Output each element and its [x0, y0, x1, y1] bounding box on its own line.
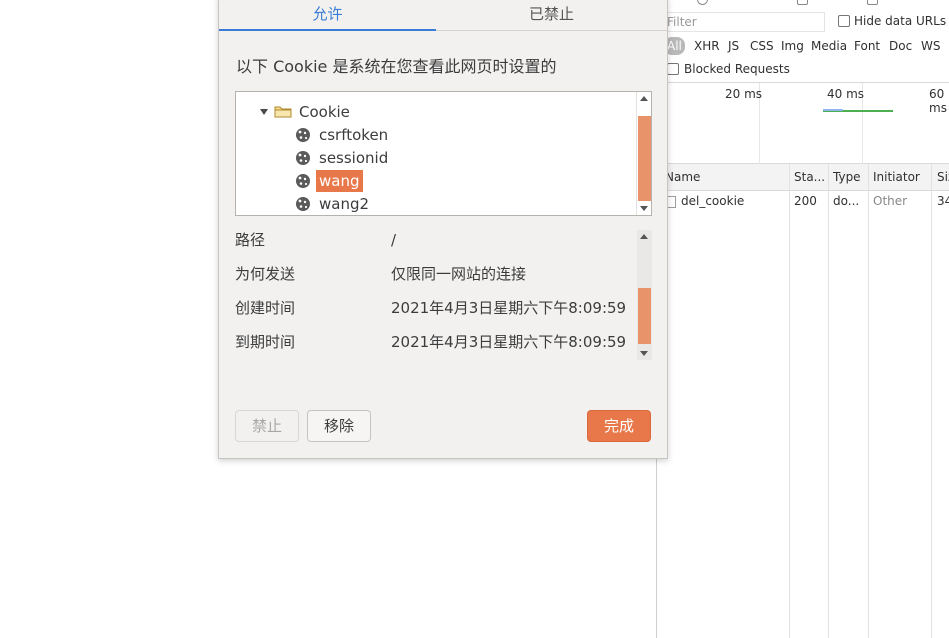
devtools-network-panel: Filter Hide data URLs All XHR JS CSS Img…: [656, 0, 949, 638]
waterfall-bar-waiting: [823, 109, 843, 111]
scroll-down-icon[interactable]: [640, 351, 648, 356]
cookie-label: sessionid: [319, 149, 389, 167]
detail-row-path: 路径 /: [235, 230, 635, 257]
dialog-description: 以下 Cookie 是系统在您查看此网页时设置的: [236, 57, 557, 76]
cookie-label: wang2: [319, 195, 370, 213]
detail-value: 2021年4月3日星期六下午8:09:59: [391, 333, 627, 351]
column-type[interactable]: Type: [833, 170, 861, 184]
scroll-up-icon[interactable]: [640, 96, 648, 101]
column-name[interactable]: Name: [665, 170, 700, 184]
block-button[interactable]: 禁止: [235, 410, 299, 442]
remove-button[interactable]: 移除: [307, 410, 371, 442]
column-divider: [789, 164, 790, 638]
scroll-down-icon[interactable]: [640, 206, 648, 211]
table-row[interactable]: del_cookie 200 do... Other 34: [657, 192, 949, 212]
request-table-header: Name Sta... Type Initiator Siz: [657, 164, 949, 191]
cookie-tree[interactable]: ··· · Cookie csrftoken: [235, 91, 652, 216]
blocked-requests-option[interactable]: Blocked Requests: [667, 62, 790, 76]
detail-row-created: 创建时间 2021年4月3日星期六下午8:09:59: [235, 291, 635, 325]
tree-item-cookie-folder[interactable]: Cookie: [236, 101, 636, 123]
column-size[interactable]: Siz: [937, 170, 949, 184]
type-filter-img[interactable]: Img: [778, 37, 807, 55]
type-filter-ws[interactable]: WS: [918, 37, 943, 55]
site-row-cut: ··· ·: [256, 92, 278, 98]
filter-row: Filter Hide data URLs: [657, 11, 949, 33]
detail-row-expires: 到期时间 2021年4月3日星期六下午8:09:59: [235, 325, 635, 359]
scrollbar-thumb[interactable]: [638, 116, 651, 201]
done-button[interactable]: 完成: [587, 410, 651, 442]
cell-type: do...: [833, 194, 860, 208]
type-filter-css[interactable]: CSS: [747, 37, 777, 55]
type-filter-doc[interactable]: Doc: [886, 37, 915, 55]
page: Filter Hide data URLs All XHR JS CSS Img…: [0, 0, 949, 638]
timeline-tick: 40 ms: [827, 87, 865, 101]
request-table: Name Sta... Type Initiator Siz del_cooki…: [657, 164, 949, 638]
timeline-tick: 60 ms: [929, 87, 947, 115]
detail-row-send-for: 为何发送 仅限同一网站的连接: [235, 257, 635, 291]
column-divider: [868, 164, 869, 638]
timeline-overview[interactable]: 20 ms 40 ms 60 ms: [657, 82, 949, 165]
preserve-log-checkbox[interactable]: [797, 0, 808, 5]
detail-value: 仅限同一网站的连接: [391, 265, 527, 283]
cookie-dialog: 允许 已禁止 以下 Cookie 是系统在您查看此网页时设置的 ··· · Co…: [218, 0, 668, 459]
tree-item-cookie[interactable]: sessionid: [236, 147, 636, 169]
tree-item-cookie-selected[interactable]: wang: [236, 170, 636, 192]
type-filter-font[interactable]: Font: [851, 37, 883, 55]
tree-scrollbar[interactable]: [636, 92, 651, 215]
blocked-requests-label: Blocked Requests: [684, 62, 790, 76]
column-status[interactable]: Sta...: [794, 170, 825, 184]
cell-name[interactable]: del_cookie: [681, 194, 744, 208]
details-scrollbar[interactable]: [637, 230, 652, 360]
dialog-tabs: 允许 已禁止: [219, 0, 667, 31]
tree-item-cookie[interactable]: csrftoken: [236, 124, 636, 146]
column-initiator[interactable]: Initiator: [873, 170, 920, 184]
cookie-label: wang: [316, 170, 363, 192]
tab-blocked[interactable]: 已禁止: [436, 0, 667, 31]
hide-data-urls-option[interactable]: Hide data URLs: [838, 14, 946, 28]
scroll-up-icon[interactable]: [640, 234, 648, 239]
type-filter-xhr[interactable]: XHR: [691, 37, 723, 55]
detail-label: 创建时间: [235, 299, 296, 317]
cookie-details: 路径 / 为何发送 仅限同一网站的连接 创建时间 2021年4月3日星期六下午8…: [235, 230, 652, 360]
type-filter-js[interactable]: JS: [725, 37, 742, 55]
folder-icon: [274, 106, 292, 118]
blocked-requests-checkbox[interactable]: [667, 63, 679, 75]
cookie-icon: [296, 197, 310, 211]
cookie-icon: [296, 128, 310, 142]
cell-size: 34: [937, 194, 949, 208]
column-divider: [931, 164, 932, 638]
document-icon: [667, 196, 676, 208]
cell-status: 200: [794, 194, 817, 208]
disable-cache-checkbox[interactable]: [867, 0, 878, 5]
hide-data-urls-label: Hide data URLs: [854, 14, 947, 28]
cookie-label: csrftoken: [319, 126, 389, 144]
column-divider: [828, 164, 829, 638]
detail-value: /: [391, 231, 397, 249]
hide-data-urls-checkbox[interactable]: [838, 15, 850, 27]
detail-label: 路径: [235, 231, 266, 249]
detail-label: 到期时间: [235, 333, 296, 351]
cookie-icon: [296, 174, 310, 188]
clear-icon[interactable]: [697, 0, 708, 5]
tree-item-cookie[interactable]: wang2: [236, 193, 636, 215]
tab-allowed[interactable]: 允许: [219, 0, 436, 31]
cookie-icon: [296, 151, 310, 165]
devtools-toolbar-cut: [657, 0, 949, 6]
detail-value: 2021年4月3日星期六下午8:09:59: [391, 299, 627, 317]
detail-label: 为何发送: [235, 265, 296, 283]
type-filter-media[interactable]: Media: [808, 37, 850, 55]
tree-folder-label: Cookie: [299, 103, 350, 121]
cell-initiator: Other: [873, 194, 908, 208]
scrollbar-thumb[interactable]: [638, 288, 651, 344]
filter-input[interactable]: Filter: [663, 12, 825, 32]
timeline-tick: 20 ms: [725, 87, 763, 101]
expand-arrow-icon[interactable]: [260, 109, 268, 115]
